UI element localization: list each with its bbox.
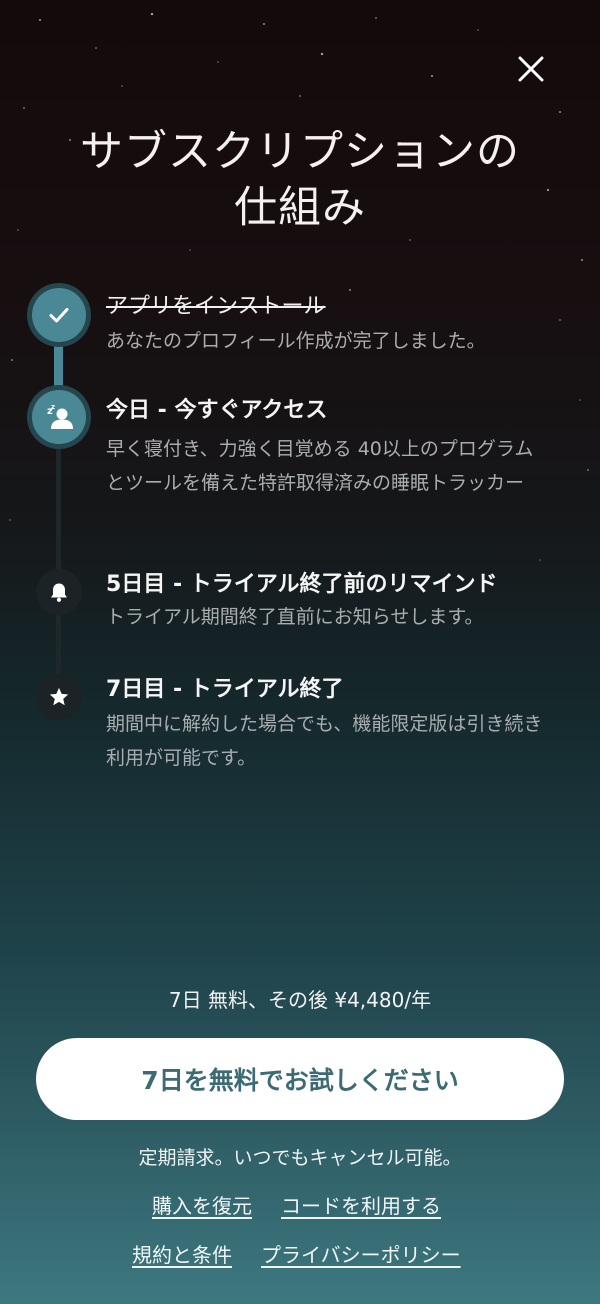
restore-purchase-link[interactable]: 購入を復元 [152,1192,252,1220]
redeem-code-link[interactable]: コードを利用する [281,1192,441,1220]
close-button[interactable] [510,48,552,90]
page-title-line-1: サブスクリプションの [80,127,520,177]
page-title-line-2: 仕組み [234,183,366,233]
terms-link[interactable]: 規約と条件 [132,1241,232,1269]
start-free-trial-button[interactable]: 7日を無料でお試しください [36,1038,564,1120]
step-install: アプリをインストール あなたのプロフィール作成が完了しました。 [106,292,546,358]
step-today-status: z z [32,390,86,444]
page-title: サブスクリプションの 仕組み [40,124,560,236]
close-icon [518,56,544,82]
step-description: 早く寝付き、力強く目覚める 40以上のプログラムとツールを備えた特許取得済みの睡… [106,438,534,494]
billing-note: 定期請求。いつでもキャンセル可能。 [138,1147,462,1169]
step-title: アプリをインストール [106,294,326,319]
step-reminder: 5日目 - トライアル終了前のリマインド トライアル期間終了直前にお知らせします… [106,570,546,634]
step-trial-end-status [36,674,82,720]
step-trial-end: 7日目 - トライアル終了 期間中に解約した場合でも、機能限定版は引き続き利用が… [106,675,546,775]
step-description: トライアル期間終了直前にお知らせします。 [106,606,484,628]
pricing-summary: 7日 無料、その後 ¥4,480/年 [168,988,432,1012]
star-icon [49,687,69,706]
step-title: 7日目 - トライアル終了 [106,677,344,702]
step-install-status [32,288,86,342]
step-title: 今日 - 今すぐアクセス [106,398,328,423]
step-title: 5日目 - トライアル終了前のリマインド [106,572,498,597]
step-reminder-status [36,569,82,615]
step-description: 期間中に解約した場合でも、機能限定版は引き続き利用が可能です。 [106,713,543,769]
privacy-policy-link[interactable]: プライバシーポリシー [261,1241,461,1269]
timeline-remaining-line [56,440,61,696]
sleeping-person-icon: z z [47,403,73,429]
checkmark-icon [49,308,69,323]
step-description: あなたのプロフィール作成が完了しました。 [106,330,486,352]
bell-icon [51,583,67,602]
step-today: 今日 - 今すぐアクセス 早く寝付き、力強く目覚める 40以上のプログラムとツー… [106,396,546,500]
svg-text:z: z [51,403,55,411]
subscription-screen: サブスクリプションの 仕組み アプリをインストール あなたのプロフィール作成が完… [0,0,600,1304]
